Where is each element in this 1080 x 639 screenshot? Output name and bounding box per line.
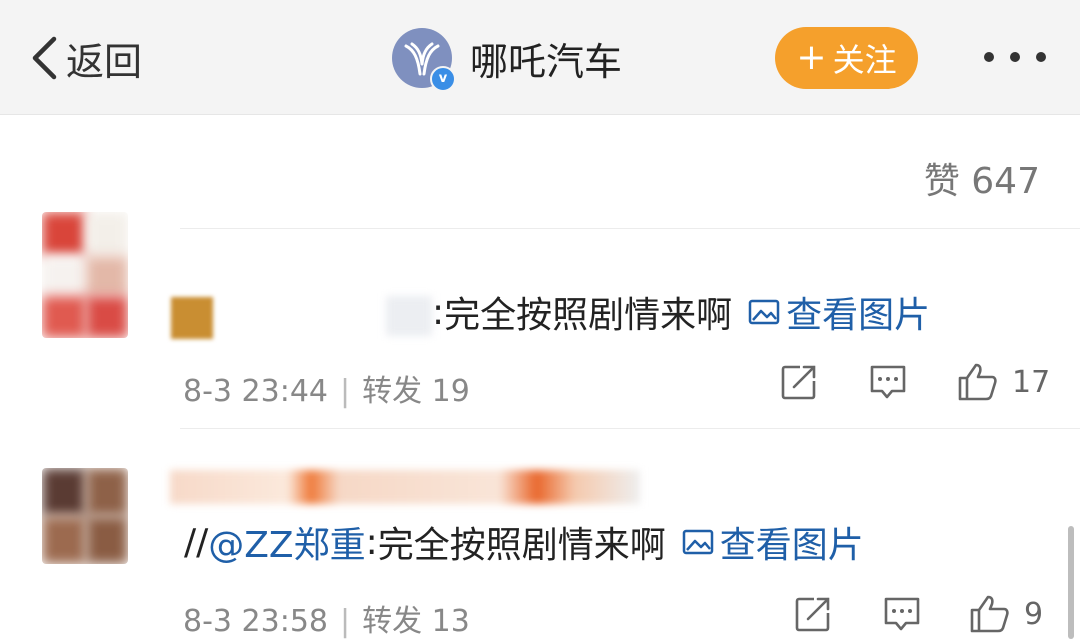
comment-icon[interactable] — [868, 363, 908, 401]
avatar-pixel — [42, 212, 86, 256]
avatar-pixel — [86, 212, 128, 256]
repost-icon[interactable] — [794, 595, 832, 633]
avatar-pixel — [86, 516, 128, 564]
dot — [1036, 52, 1046, 62]
view-image-link[interactable]: 查看图片 — [748, 286, 930, 338]
comment-actions: 9 — [794, 594, 1043, 634]
chevron-left-icon — [32, 36, 57, 80]
avatar-pixel — [42, 296, 86, 338]
avatar-pixel — [86, 296, 128, 338]
blurred-username — [170, 470, 640, 504]
thumbs-up-icon[interactable] — [956, 362, 998, 402]
comment-date: 8-3 23:58 — [183, 604, 328, 639]
comment-icon[interactable] — [882, 595, 922, 633]
avatar-pixel — [42, 468, 86, 516]
top-navigation-bar: 返回 v 哪吒汽车 + 关注 — [0, 0, 1080, 115]
divider — [180, 428, 1080, 429]
more-dots-icon[interactable] — [984, 50, 1046, 64]
comment-actions: 17 — [780, 362, 1050, 402]
comment-body: 完全按照剧情来啊 — [444, 295, 733, 336]
view-image-label: 查看图片 — [719, 525, 864, 566]
brand-logo-avatar[interactable]: v — [392, 28, 456, 92]
account-name: 哪吒汽车 — [470, 39, 623, 84]
comment-separator: : — [365, 521, 378, 563]
like-count: 17 — [1012, 364, 1051, 400]
comment-meta: 8-3 23:44 | 转发 19 — [183, 366, 470, 410]
avatar-pixel — [42, 516, 86, 564]
commenter-avatar[interactable] — [42, 468, 128, 564]
back-label: 返回 — [66, 39, 143, 84]
avatar-pixel — [42, 256, 86, 296]
back-button[interactable]: 返回 — [30, 30, 142, 86]
commenter-avatar[interactable] — [42, 212, 128, 338]
repost-count[interactable]: 转发 19 — [362, 374, 470, 409]
view-image-link[interactable]: 查看图片 — [682, 516, 864, 568]
image-icon — [682, 529, 713, 555]
follow-label: 关注 — [832, 41, 897, 79]
comment-text: : 完全按照剧情来啊 查看图片 — [432, 286, 930, 338]
like-count: 9 — [1024, 596, 1044, 632]
avatar-pixel — [86, 256, 128, 296]
repost-icon[interactable] — [780, 363, 818, 401]
divider — [180, 228, 1080, 229]
image-icon — [748, 299, 780, 325]
comment-separator: : — [432, 291, 445, 333]
verified-badge-icon: v — [430, 66, 456, 92]
thumbs-up-icon[interactable] — [968, 594, 1010, 634]
dot — [1010, 52, 1020, 62]
view-image-label: 查看图片 — [786, 295, 931, 336]
blurred-username — [386, 296, 432, 336]
meta-separator: | — [340, 374, 351, 409]
avatar-pixel — [86, 468, 128, 516]
account-title[interactable]: v 哪吒汽车 — [392, 28, 623, 92]
comment-date: 8-3 23:44 — [183, 374, 328, 409]
comment-body: 完全按照剧情来啊 — [377, 525, 666, 566]
blurred-user-badge — [171, 297, 213, 339]
scrollbar[interactable] — [1068, 526, 1074, 639]
meta-separator: | — [340, 604, 351, 639]
likes-count[interactable]: 赞 647 — [924, 152, 1040, 204]
repost-count[interactable]: 转发 13 — [362, 604, 470, 639]
comment-prefix: // — [184, 521, 209, 563]
weibo-post-comments-page: 返回 v 哪吒汽车 + 关注 赞 647: 完全按照剧情来啊 查看图片 8-3… — [0, 0, 1080, 639]
dot — [984, 52, 994, 62]
follow-button[interactable]: + 关注 — [775, 27, 918, 89]
comment-text: // @ZZ郑重 : 完全按照剧情来啊 查看图片 — [184, 516, 864, 568]
plus-icon: + — [796, 37, 827, 78]
comment-meta: 8-3 23:58 | 转发 13 — [183, 596, 470, 639]
mention-link[interactable]: @ZZ郑重 — [208, 516, 365, 568]
